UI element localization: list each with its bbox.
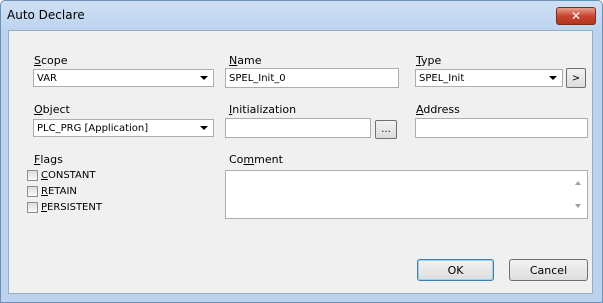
object-value: PLC_PRG [Application] — [37, 122, 149, 134]
address-input[interactable] — [415, 118, 588, 138]
chevron-down-icon — [549, 76, 557, 80]
retain-label: RETAIN — [41, 186, 77, 197]
initialization-browse-button[interactable]: ... — [375, 120, 397, 139]
type-more-button[interactable]: > — [566, 68, 586, 88]
scope-label: Scope — [34, 54, 68, 67]
scope-value: VAR — [37, 72, 57, 84]
close-icon: ✕ — [570, 9, 582, 23]
address-label: Address — [416, 103, 460, 116]
name-label: Name — [229, 54, 262, 67]
scroll-up-icon[interactable] — [575, 181, 581, 185]
type-combo[interactable]: SPEL_Init — [415, 69, 563, 87]
initialization-label: Initialization — [229, 103, 297, 116]
close-button[interactable]: ✕ — [556, 7, 596, 25]
type-label: Type — [416, 54, 442, 67]
retain-checkbox[interactable]: RETAIN — [27, 186, 77, 197]
scroll-down-icon[interactable] — [575, 204, 581, 208]
comment-textarea[interactable] — [225, 170, 588, 219]
title-bar[interactable]: Auto Declare ✕ — [1, 1, 602, 31]
type-value: SPEL_Init — [419, 72, 465, 84]
dialog-title: Auto Declare — [7, 8, 85, 22]
name-input[interactable]: SPEL_Init_0 — [225, 68, 399, 88]
object-label: Object — [34, 103, 70, 116]
persistent-checkbox[interactable]: PERSISTENT — [27, 202, 102, 213]
comment-label: Comment — [229, 153, 283, 166]
constant-checkbox[interactable]: CONSTANT — [27, 170, 95, 181]
checkbox-box[interactable] — [27, 202, 38, 213]
persistent-label: PERSISTENT — [41, 202, 102, 213]
chevron-down-icon — [200, 76, 208, 80]
checkbox-box[interactable] — [27, 186, 38, 197]
initialization-input[interactable] — [225, 118, 371, 138]
chevron-down-icon — [200, 126, 208, 130]
name-value: SPEL_Init_0 — [229, 72, 286, 84]
object-combo[interactable]: PLC_PRG [Application] — [33, 119, 214, 137]
scope-combo[interactable]: VAR — [33, 69, 214, 87]
ok-button[interactable]: OK — [417, 259, 494, 281]
checkbox-box[interactable] — [27, 170, 38, 181]
flags-label: Flags — [34, 153, 63, 166]
constant-label: CONSTANT — [41, 170, 96, 181]
cancel-button[interactable]: Cancel — [509, 259, 588, 281]
